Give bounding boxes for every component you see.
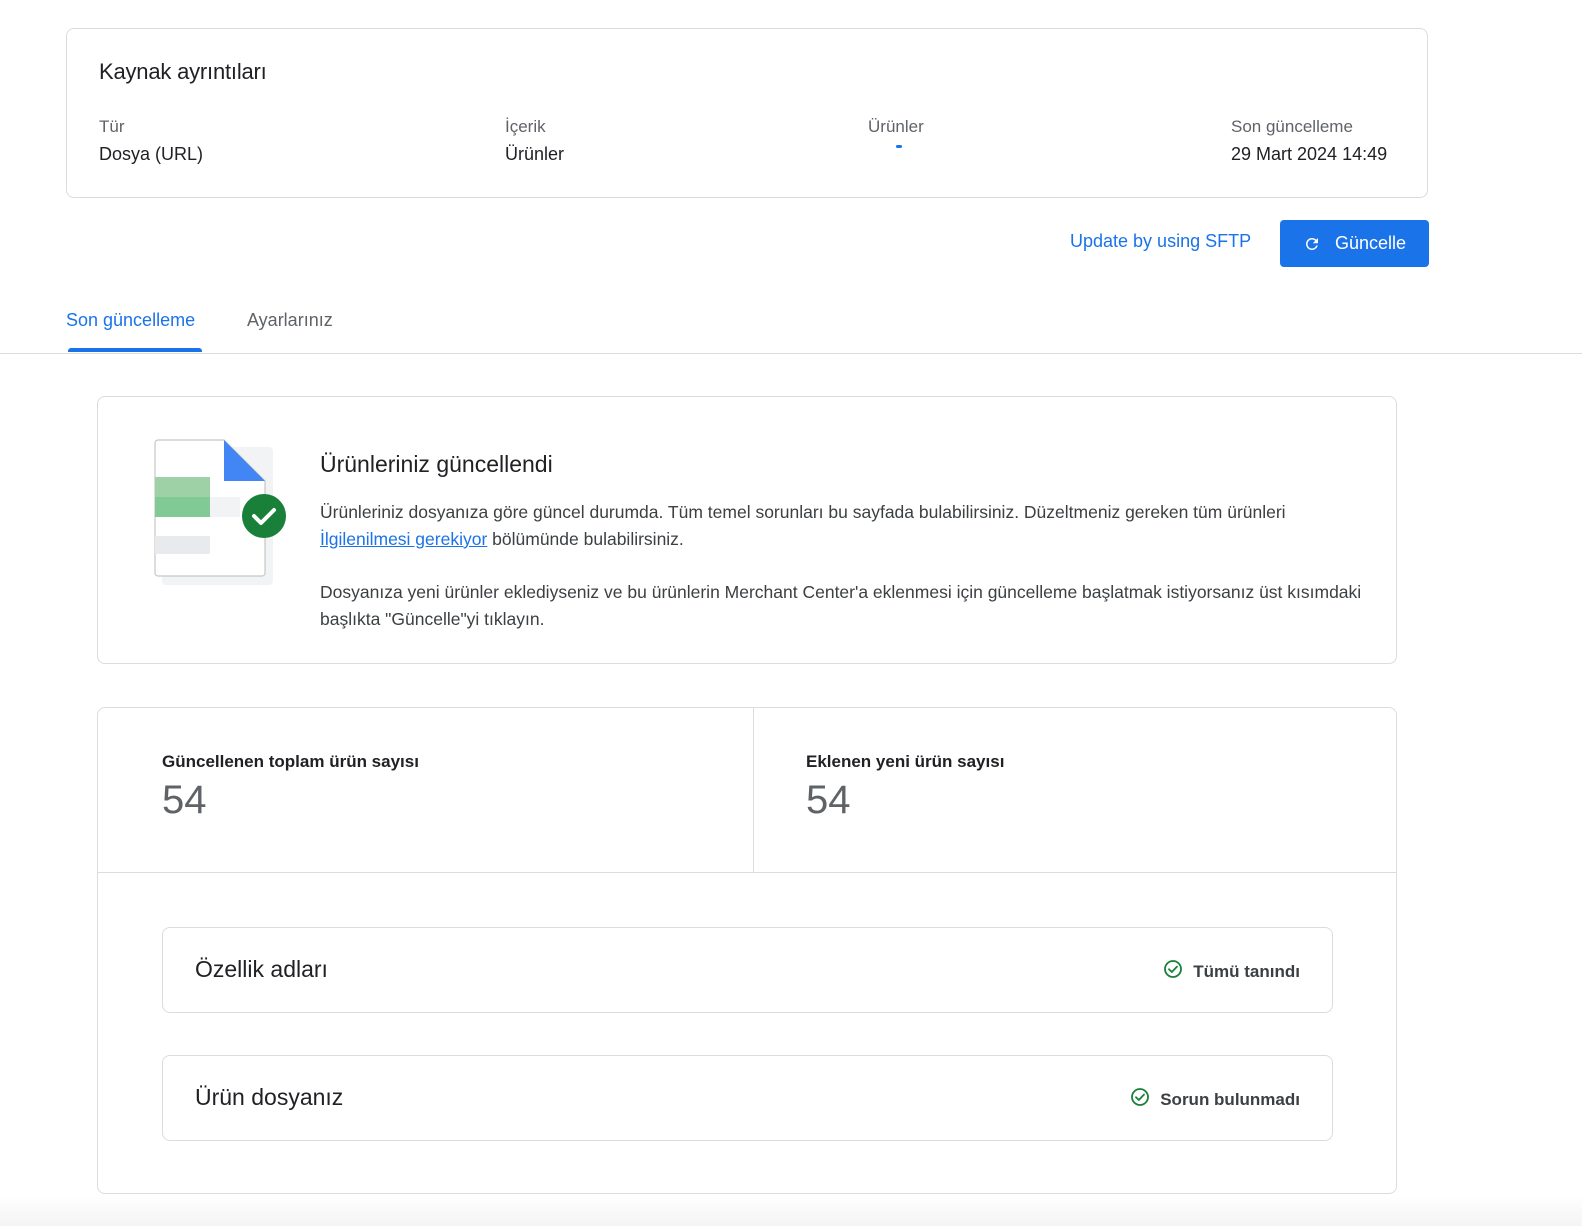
refresh-icon [1303, 235, 1321, 253]
update-button[interactable]: Güncelle [1280, 220, 1429, 267]
tab-bar: Son güncelleme Ayarlarınız [0, 300, 1582, 354]
stats-divider [753, 708, 754, 872]
file-success-illustration [154, 439, 290, 594]
needs-attention-link[interactable]: İlgilenilmesi gerekiyor [320, 529, 487, 549]
status-description: Ürünleriniz dosyanıza göre güncel durumd… [320, 499, 1375, 553]
meta-last-update-value: 29 Mart 2024 14:49 [1231, 144, 1388, 164]
meta-content-value: Ürünler [505, 144, 565, 164]
attribute-names-row[interactable]: Özellik adları Tümü tanındı [162, 927, 1333, 1013]
meta-last-update-label: Son güncelleme [1231, 117, 1353, 136]
meta-content: İçerik Ürünler [505, 117, 564, 165]
update-stats-card: Güncellenen toplam ürün sayısı 54 Eklene… [97, 707, 1397, 1194]
product-file-status-label: Sorun bulunmadı [1160, 1089, 1300, 1109]
page-bottom-edge [0, 1196, 1582, 1226]
stat-new-added-value: 54 [806, 778, 851, 822]
active-tab-indicator [68, 348, 202, 352]
update-by-sftp-link[interactable]: Update by using SFTP [1070, 231, 1251, 252]
products-loading-indicator [896, 145, 902, 148]
status-description-part1: Ürünleriniz dosyanıza göre güncel durumd… [320, 502, 1286, 522]
tab-settings[interactable]: Ayarlarınız [247, 310, 333, 331]
attribute-names-status: Tümü tanındı [1163, 959, 1300, 984]
stat-total-updated: Güncellenen toplam ürün sayısı 54 [162, 752, 419, 823]
stat-total-updated-label: Güncellenen toplam ürün sayısı [162, 752, 419, 771]
product-file-title: Ürün dosyanız [195, 1084, 344, 1110]
meta-products-label: Ürünler [868, 117, 924, 136]
source-details-title: Kaynak ayrıntıları [99, 59, 267, 84]
update-button-label: Güncelle [1334, 233, 1407, 253]
meta-type-value: Dosya (URL) [99, 144, 204, 164]
stats-summary-row: Güncellenen toplam ürün sayısı 54 Eklene… [98, 708, 1396, 873]
product-file-row[interactable]: Ürün dosyanız Sorun bulunmadı [162, 1055, 1333, 1141]
check-circle-icon [1163, 959, 1183, 984]
meta-type: Tür Dosya (URL) [99, 117, 203, 165]
product-file-status: Sorun bulunmadı [1130, 1087, 1300, 1112]
meta-last-update: Son güncelleme 29 Mart 2024 14:49 [1231, 117, 1387, 165]
stat-total-updated-value: 54 [162, 778, 207, 822]
stat-new-added: Eklenen yeni ürün sayısı 54 [806, 752, 1004, 823]
meta-content-label: İçerik [505, 117, 546, 136]
source-details-card: Kaynak ayrıntıları Tür Dosya (URL) İçeri… [66, 28, 1428, 198]
attribute-names-title: Özellik adları [195, 956, 328, 982]
update-status-card: Ürünleriniz güncellendi Ürünleriniz dosy… [97, 396, 1397, 664]
check-circle-icon [1130, 1087, 1150, 1112]
meta-products: Ürünler [868, 117, 924, 148]
status-description-part2: bölümünde bulabilirsiniz. [487, 529, 684, 549]
status-instructions: Dosyanıza yeni ürünler eklediyseniz ve b… [320, 582, 1362, 629]
stat-new-added-label: Eklenen yeni ürün sayısı [806, 752, 1005, 771]
attribute-names-status-label: Tümü tanındı [1193, 961, 1300, 981]
meta-type-label: Tür [99, 117, 125, 136]
status-title: Ürünleriniz güncellendi [320, 451, 553, 477]
tab-last-update[interactable]: Son güncelleme [66, 310, 195, 331]
